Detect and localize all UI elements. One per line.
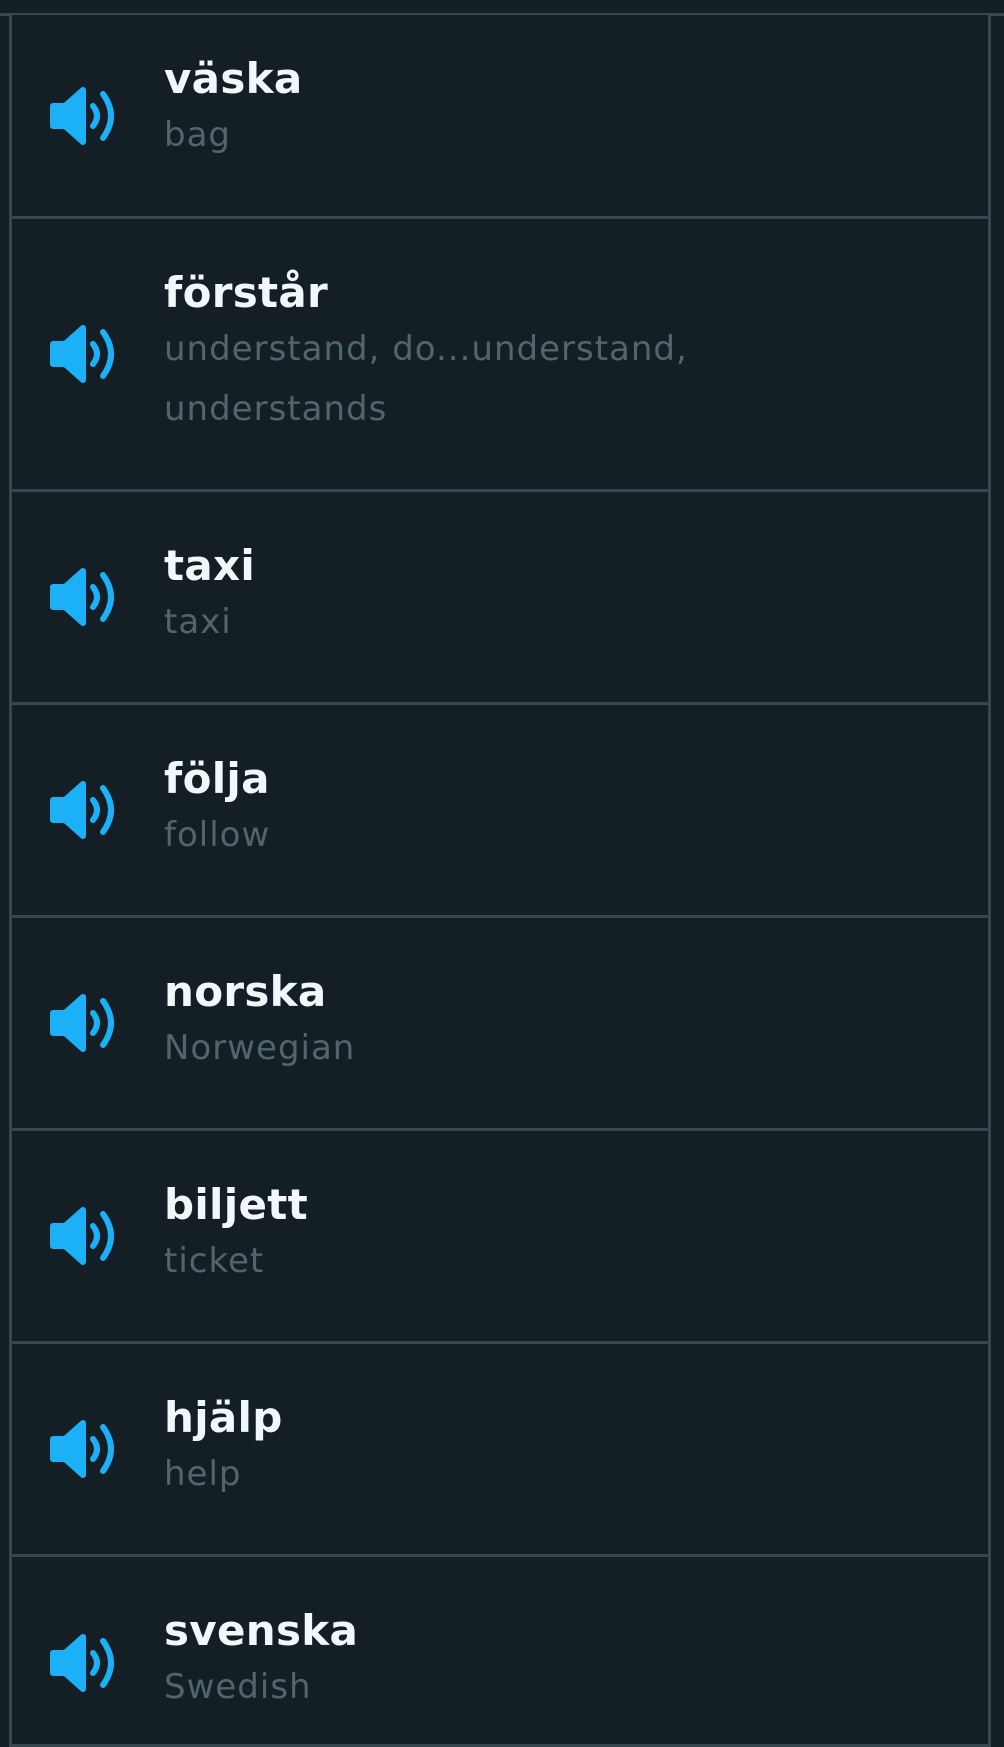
word-text: följa <box>164 754 270 803</box>
speaker-icon[interactable] <box>49 565 121 629</box>
word-row: biljett ticket <box>12 1131 988 1344</box>
word-row: väska bag <box>12 15 988 219</box>
translation-text: follow <box>164 815 271 855</box>
translation-text: Swedish <box>164 1667 312 1707</box>
word-text: norska <box>164 967 327 1016</box>
word-row: svenska Swedish <box>12 1557 988 1747</box>
word-row: hjälp help <box>12 1344 988 1557</box>
word-text: svenska <box>164 1606 359 1655</box>
speaker-icon[interactable] <box>49 1631 121 1695</box>
word-row: följa follow <box>12 705 988 918</box>
translation-text: help <box>164 1454 242 1494</box>
word-row: norska Norwegian <box>12 918 988 1131</box>
word-text: hjälp <box>164 1393 283 1442</box>
speaker-icon[interactable] <box>49 322 121 386</box>
word-text: biljett <box>164 1180 308 1229</box>
translation-text: bag <box>164 115 231 155</box>
word-row: taxi taxi <box>12 492 988 705</box>
word-text: väska <box>164 54 303 103</box>
translation-text: ticket <box>164 1241 265 1281</box>
speaker-icon[interactable] <box>49 991 121 1055</box>
word-row: förstår understand, do...understand, und… <box>12 219 988 492</box>
word-text: förstår <box>164 268 329 317</box>
translation-text: understand, do...understand, understands <box>164 329 688 429</box>
speaker-icon[interactable] <box>49 778 121 842</box>
translation-text: Norwegian <box>164 1028 356 1068</box>
speaker-icon[interactable] <box>49 84 121 148</box>
word-text: taxi <box>164 541 256 590</box>
translation-text: taxi <box>164 602 232 642</box>
top-divider <box>0 0 1004 16</box>
speaker-icon[interactable] <box>49 1204 121 1268</box>
word-list: väska bag förstår understand, do...under… <box>9 15 991 1747</box>
speaker-icon[interactable] <box>49 1417 121 1481</box>
